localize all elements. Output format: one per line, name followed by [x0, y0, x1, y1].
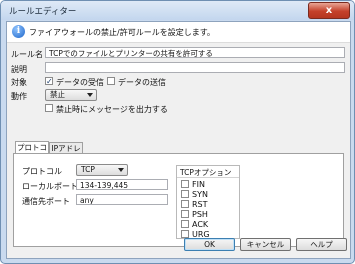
- chevron-down-icon: [87, 93, 93, 97]
- tcp-option-checkbox[interactable]: [181, 190, 189, 198]
- tcp-options-group: TCPオプション FIN SYN RST PSH ACK URG: [176, 165, 240, 239]
- info-banner: i ファイアウォールの禁止/許可ルールを設定します。: [7, 22, 350, 43]
- local-port-input[interactable]: 134-139,445: [76, 179, 168, 190]
- tcp-option-checkbox[interactable]: [181, 230, 189, 238]
- chevron-down-icon: [118, 168, 124, 172]
- send-label: データの送信: [118, 78, 166, 87]
- action-dropdown[interactable]: 禁止: [45, 89, 97, 101]
- cancel-button[interactable]: キャンセル: [240, 238, 291, 251]
- help-button[interactable]: ヘルプ: [296, 238, 347, 251]
- protocol-value: TCP: [81, 165, 95, 174]
- tcp-option-label: FIN: [192, 180, 205, 189]
- send-checkbox[interactable]: [107, 77, 115, 85]
- window-title: ルールエディター: [9, 7, 77, 17]
- log-checkbox[interactable]: [45, 104, 53, 112]
- action-value: 禁止: [50, 90, 65, 99]
- description-label: 説明: [11, 65, 27, 74]
- receive-label: データの受信: [56, 78, 104, 87]
- banner-text: ファイアウォールの禁止/許可ルールを設定します。: [29, 28, 215, 37]
- tcp-option-label: ACK: [192, 220, 209, 229]
- tcp-option-checkbox[interactable]: [181, 200, 189, 208]
- tcp-option-checkbox[interactable]: [181, 220, 189, 228]
- protocol-label: プロトコル: [22, 167, 62, 176]
- protocol-tab-pane: プロトコル TCP ローカルポート 134-139,445 通信先ポート any…: [13, 153, 344, 247]
- tcp-option-checkbox[interactable]: [181, 210, 189, 218]
- tcp-option-label: SYN: [192, 190, 208, 199]
- divider: [177, 177, 239, 178]
- rule-name-label: ルール名: [11, 50, 43, 59]
- dialog-body: i ファイアウォールの禁止/許可ルールを設定します。 ルール名 TCPでのファイ…: [6, 21, 351, 259]
- action-label: 動作: [11, 92, 27, 101]
- title-bar[interactable]: ルールエディター x: [1, 1, 354, 20]
- tcp-option-label: PSH: [192, 210, 208, 219]
- log-label: 禁止時にメッセージを出力する: [56, 105, 168, 114]
- remote-port-label: 通信先ポート: [22, 197, 70, 206]
- remote-port-input[interactable]: any: [76, 194, 168, 205]
- target-label: 対象: [11, 78, 27, 87]
- rule-editor-window: ルールエディター x i ファイアウォールの禁止/許可ルールを設定します。 ルー…: [0, 0, 355, 264]
- tcp-option-label: RST: [192, 200, 208, 209]
- info-icon: i: [12, 25, 25, 38]
- receive-checkbox[interactable]: ✓: [45, 77, 53, 86]
- close-button[interactable]: x: [308, 2, 350, 19]
- description-input[interactable]: [45, 62, 345, 73]
- tcp-option-checkbox[interactable]: [181, 180, 189, 188]
- protocol-dropdown[interactable]: TCP: [76, 164, 128, 176]
- rule-name-input[interactable]: TCPでのファイルとプリンターの共有を許可する: [45, 47, 345, 58]
- local-port-label: ローカルポート: [22, 182, 78, 191]
- ok-button[interactable]: OK: [184, 238, 235, 251]
